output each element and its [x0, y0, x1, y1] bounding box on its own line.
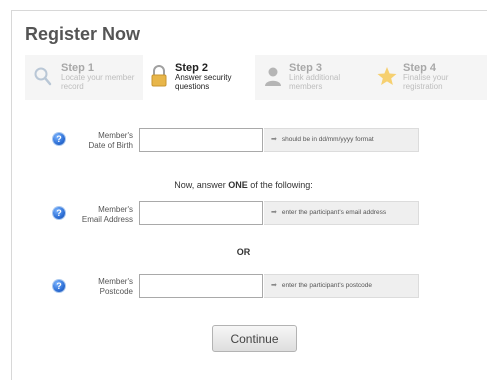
- page-title: Register Now: [25, 24, 141, 44]
- person-icon: [263, 63, 283, 89]
- padlock-icon: [149, 63, 169, 89]
- step-3-desc-line2: members: [289, 81, 323, 91]
- instruction-after: of the following:: [247, 180, 313, 190]
- instruction-before: Now, answer: [174, 180, 229, 190]
- postcode-input[interactable]: [139, 274, 263, 298]
- postcode-label-line1: Member's: [98, 277, 133, 286]
- email-label-line2: Email Address: [81, 215, 133, 224]
- dob-hint-text: should be in dd/mm/yyyy format: [281, 136, 374, 143]
- postcode-label-line2: Postcode: [99, 287, 133, 296]
- postcode-label: Member's Postcode: [73, 277, 133, 297]
- dob-label-line2: Date of Birth: [88, 141, 133, 150]
- dob-hint: ➡ should be in dd/mm/yyyy format: [264, 128, 419, 152]
- step-3: Step 3 Link additional members: [257, 55, 369, 100]
- step-1: Step 1 Locate your member record: [25, 55, 140, 100]
- step-2: Step 2 Answer security questions: [143, 55, 255, 100]
- dob-input[interactable]: [139, 128, 263, 152]
- or-separator: OR: [236, 247, 251, 257]
- instruction-emphasis: ONE: [228, 180, 248, 190]
- email-help-icon[interactable]: ?: [53, 207, 65, 219]
- hint-arrow-icon: ➡: [271, 282, 277, 289]
- step-2-desc-line2: questions: [175, 81, 210, 91]
- answer-one-instruction: Now, answer ONE of the following:: [0, 180, 487, 190]
- postcode-help-icon[interactable]: ?: [53, 280, 65, 292]
- magnifier-icon: [33, 63, 53, 89]
- email-label: Member's Email Address: [73, 205, 133, 225]
- dob-help-icon[interactable]: ?: [53, 133, 65, 145]
- postcode-hint-text: enter the participant's postcode: [281, 282, 373, 289]
- star-icon: [377, 63, 397, 89]
- hint-arrow-icon: ➡: [271, 209, 277, 216]
- email-label-line1: Member's: [98, 205, 133, 214]
- dob-label-line1: Member's: [98, 131, 133, 140]
- steps-progress-bar: Step 1 Locate your member record Step 2 …: [25, 55, 487, 100]
- hint-arrow-icon: ➡: [271, 136, 277, 143]
- dob-label: Member's Date of Birth: [73, 131, 133, 151]
- email-hint: ➡ enter the participant's email address: [264, 201, 419, 225]
- continue-button[interactable]: Continue: [212, 325, 297, 352]
- step-4: Step 4 Finalise your registration: [371, 55, 487, 100]
- email-hint-text: enter the participant's email address: [281, 209, 387, 216]
- postcode-hint: ➡ enter the participant's postcode: [264, 274, 419, 298]
- email-input[interactable]: [139, 201, 263, 225]
- step-4-desc-line2: registration: [403, 81, 443, 91]
- step-1-desc-line2: record: [61, 81, 84, 91]
